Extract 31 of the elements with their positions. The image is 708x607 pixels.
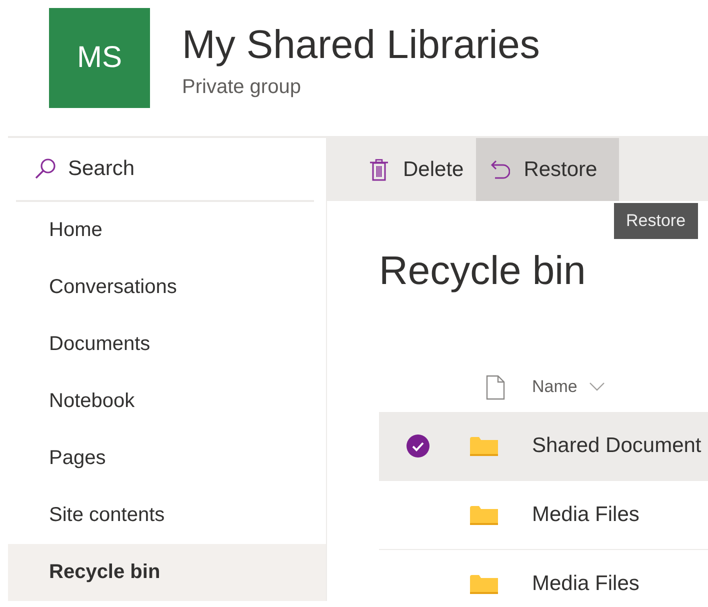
- file-name: Media Files: [532, 572, 640, 596]
- nav-item[interactable]: Recycle bin: [8, 544, 326, 601]
- folder-icon: [470, 436, 498, 456]
- group-logo: MS: [49, 8, 150, 108]
- table-row[interactable]: Shared Document: [379, 412, 708, 481]
- undo-arrow-icon: [490, 158, 510, 180]
- file-name: Shared Document: [532, 434, 702, 458]
- group-title: My Shared Libraries: [182, 22, 540, 68]
- chevron-down-icon: [589, 382, 606, 392]
- nav-item[interactable]: Pages: [8, 430, 326, 487]
- group-subtitle: Private group: [182, 76, 302, 99]
- page-heading: Recycle bin: [379, 249, 587, 294]
- nav-item[interactable]: Documents: [8, 316, 326, 373]
- folder-icon: [470, 506, 498, 524]
- delete-button[interactable]: Delete: [363, 138, 476, 201]
- folder-icon: [470, 574, 498, 594]
- nav-item[interactable]: Site contents: [8, 487, 326, 544]
- checkmark-circle-icon: [406, 434, 430, 458]
- restore-button[interactable]: Restore: [476, 138, 620, 201]
- nav-item[interactable]: Notebook: [8, 373, 326, 430]
- column-header[interactable]: Name: [532, 377, 606, 397]
- search-icon: [34, 158, 56, 180]
- table-row[interactable]: Media Files: [379, 481, 708, 550]
- search-field[interactable]: Search: [66, 156, 270, 182]
- table-row[interactable]: Media Files: [379, 550, 708, 607]
- tooltip: Restore: [614, 203, 698, 239]
- nav-item[interactable]: Conversations: [8, 259, 326, 316]
- nav-item[interactable]: Home: [8, 202, 326, 259]
- file-icon: [486, 374, 505, 400]
- trash-icon: [369, 158, 389, 180]
- file-name: Media Files: [532, 503, 640, 527]
